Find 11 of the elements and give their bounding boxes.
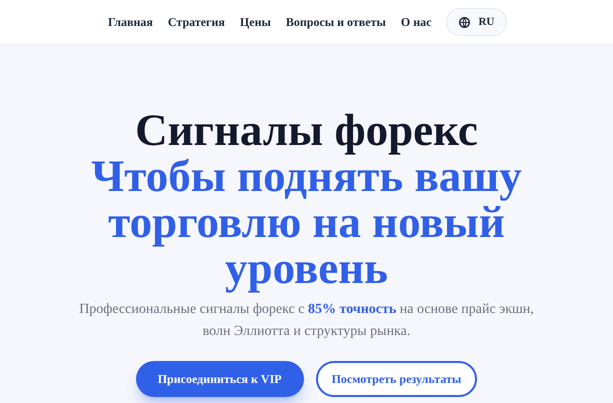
view-results-button[interactable]: Посмотреть результаты	[316, 361, 478, 397]
nav-link[interactable]: Цены	[240, 13, 271, 31]
join-vip-button[interactable]: Присоединиться к VIP	[136, 361, 304, 397]
hero-description: Профессиональные сигналы форекс с 85% точность на основе прайс экшн, волн Эллиотта и структуры рынка.	[78, 301, 535, 341]
hero-title: Сигналы форекс	[135, 107, 478, 153]
nav-link[interactable]: О нас	[400, 13, 432, 31]
language-button[interactable]: RU	[446, 8, 508, 36]
globe-icon	[459, 16, 470, 28]
nav-link[interactable]: Вопросы и ответы	[286, 13, 386, 31]
nav-link[interactable]: Главная	[108, 13, 153, 31]
nav-link[interactable]: Стратегия	[168, 13, 225, 31]
